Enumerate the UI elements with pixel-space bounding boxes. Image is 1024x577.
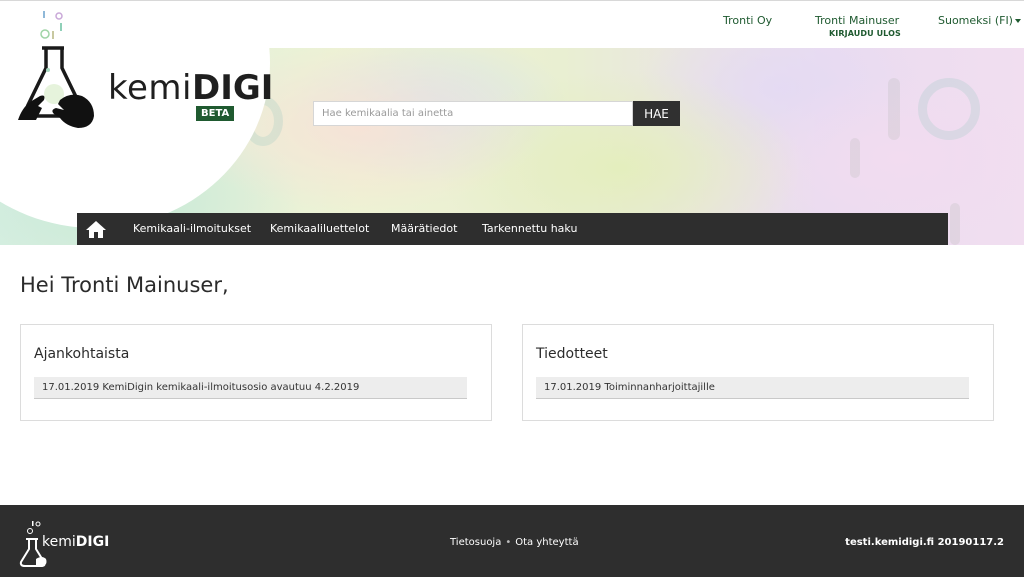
- search-input[interactable]: [313, 101, 633, 126]
- nav-item-tarkennettu-haku[interactable]: Tarkennettu haku: [482, 222, 577, 235]
- contact-link[interactable]: Ota yhteyttä: [515, 537, 578, 548]
- footer-logo[interactable]: kemiDIGI: [18, 519, 118, 567]
- decorative-ring: [918, 78, 980, 140]
- nav-item-maaratiedot[interactable]: Määrätiedot: [391, 222, 457, 235]
- language-label: Suomeksi (FI): [938, 14, 1013, 27]
- nav-item-kemikaali-ilmoitukset[interactable]: Kemikaali-ilmoitukset: [133, 222, 251, 235]
- user-name[interactable]: Tronti Mainuser: [815, 14, 899, 27]
- language-dropdown[interactable]: Suomeksi (FI): [938, 14, 1021, 27]
- footer-wordmark: kemiDIGI: [42, 534, 109, 550]
- news-card: Ajankohtaista 17.01.2019 KemiDigin kemik…: [20, 324, 492, 421]
- logo-wordmark: kemiDIGI: [108, 70, 273, 106]
- home-icon[interactable]: [85, 219, 107, 239]
- footer: kemiDIGI Tietosuoja • Ota yhteyttä testi.k…: [0, 505, 1024, 577]
- chevron-down-icon: [1014, 19, 1021, 23]
- decorative-shape: [950, 203, 960, 245]
- search-button[interactable]: HAE: [633, 101, 680, 126]
- logout-link[interactable]: KIRJAUDU ULOS: [829, 29, 901, 38]
- footer-links: Tietosuoja • Ota yhteyttä: [450, 537, 579, 548]
- decorative-shape: [888, 78, 900, 140]
- main-nav: Kemikaali-ilmoitukset Kemikaaliluettelot…: [77, 213, 948, 245]
- version-label: testi.kemidigi.fi 20190117.2: [845, 537, 1004, 548]
- announcement-item[interactable]: 17.01.2019 Toiminnanharjoittajille: [536, 377, 969, 399]
- company-link[interactable]: Tronti Oy: [723, 14, 772, 27]
- footer-logo-bold: DIGI: [75, 534, 110, 550]
- nav-item-kemikaaliluettelot[interactable]: Kemikaaliluettelot: [270, 222, 369, 235]
- separator-dot: •: [505, 537, 512, 548]
- privacy-link[interactable]: Tietosuoja: [450, 537, 501, 548]
- card-title: Tiedotteet: [536, 346, 608, 362]
- decorative-shape: [850, 138, 860, 178]
- news-item[interactable]: 17.01.2019 KemiDigin kemikaali-ilmoituso…: [34, 377, 467, 399]
- kemidigi-logo[interactable]: kemiDIGI BETA: [16, 10, 273, 135]
- footer-logo-light: kemi: [42, 534, 76, 550]
- card-title: Ajankohtaista: [34, 346, 130, 362]
- logo-word-bold: DIGI: [191, 68, 274, 108]
- announcements-card: Tiedotteet 17.01.2019 Toiminnanharjoitta…: [522, 324, 994, 421]
- greeting-heading: Hei Tronti Mainuser,: [20, 273, 229, 297]
- beta-badge: BETA: [196, 106, 235, 121]
- logo-word-light: kemi: [108, 68, 192, 108]
